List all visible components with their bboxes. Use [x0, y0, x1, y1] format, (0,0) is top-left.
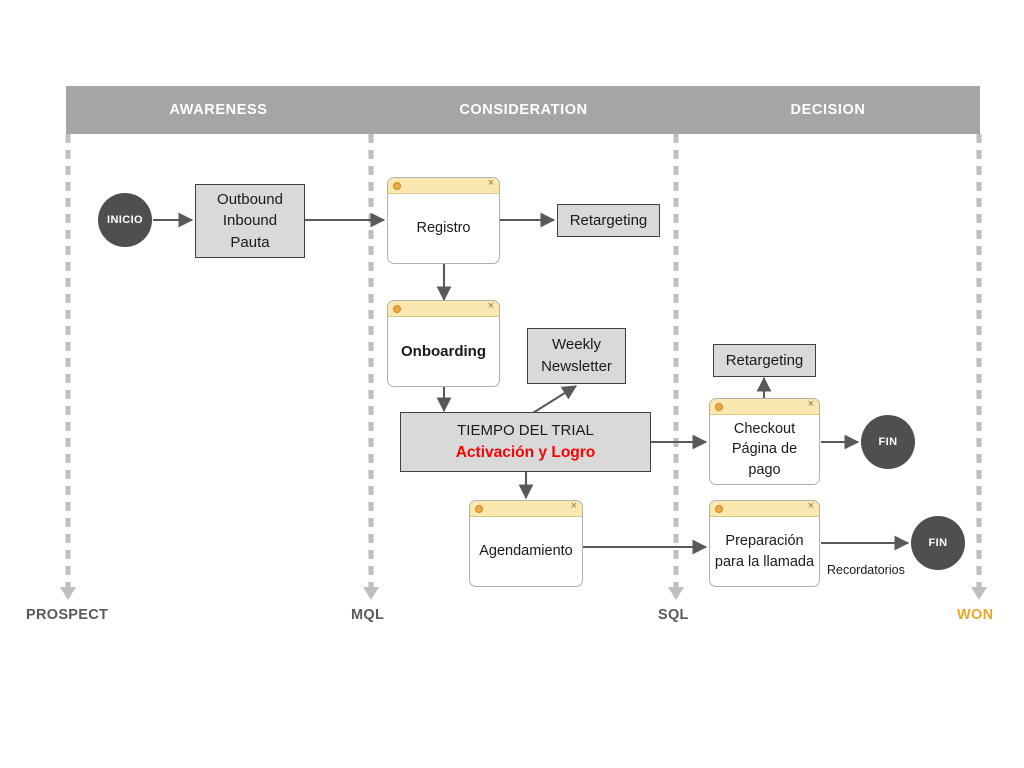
window-dot-icon: [393, 181, 401, 190]
window-titlebar: ×: [710, 399, 819, 415]
node-weekly-newsletter[interactable]: Weekly Newsletter: [527, 328, 626, 384]
stage-band-label: AWARENESS: [169, 102, 268, 118]
node-preparacion-llamada-body: Preparación para la llamada: [710, 517, 819, 586]
window-dot-icon: [393, 304, 401, 313]
stage-band-awareness: AWARENESS: [66, 86, 371, 134]
node-weekly-newsletter-line2: Newsletter: [541, 358, 612, 375]
node-fin-checkout-label: FIN: [878, 436, 898, 448]
node-preparacion-line1: Preparación: [725, 532, 804, 549]
window-dot-icon: [715, 504, 723, 513]
node-onboarding-label: Onboarding: [401, 342, 486, 360]
stage-band-label: DECISION: [790, 102, 866, 118]
stage-label-prospect: PROSPECT: [26, 607, 109, 623]
node-agendamiento-body: Agendamiento: [470, 517, 582, 586]
node-checkout-line1: Checkout: [733, 420, 796, 437]
node-agendamiento[interactable]: × Agendamiento: [469, 500, 583, 587]
close-icon[interactable]: ×: [571, 501, 577, 512]
diagram-canvas: AWARENESS CONSIDERATION DECISION PROSPEC…: [0, 0, 1024, 768]
node-retargeting-decision[interactable]: Retargeting: [713, 344, 816, 377]
node-retargeting-top-label: Retargeting: [569, 211, 648, 229]
stage-band-label: CONSIDERATION: [459, 102, 588, 118]
node-inicio[interactable]: INICIO: [98, 193, 152, 247]
node-onboarding-body: Onboarding: [388, 317, 499, 386]
node-tiempo-del-trial[interactable]: TIEMPO DEL TRIAL Activación y Logro: [400, 412, 651, 472]
node-retargeting-decision-label: Retargeting: [725, 351, 804, 369]
node-outbound-line1: Outbound: [217, 190, 283, 208]
node-preparacion-llamada[interactable]: × Preparación para la llamada: [709, 500, 820, 587]
node-registro-body: Registro: [388, 194, 499, 263]
window-dot-icon: [715, 402, 723, 411]
node-registro-label: Registro: [416, 220, 471, 237]
window-titlebar: ×: [388, 301, 499, 317]
node-agendamiento-label: Agendamiento: [479, 543, 573, 560]
node-trial-line2: Activación y Logro: [455, 443, 596, 461]
window-titlebar: ×: [388, 178, 499, 194]
node-registro[interactable]: × Registro: [387, 177, 500, 264]
close-icon[interactable]: ×: [808, 399, 814, 410]
stage-label-won: WON: [957, 607, 994, 623]
node-outbound-line2: Inbound: [222, 212, 278, 230]
node-onboarding[interactable]: × Onboarding: [387, 300, 500, 387]
node-checkout-line2: Página de pago: [731, 441, 798, 478]
node-inicio-label: INICIO: [106, 214, 143, 226]
close-icon[interactable]: ×: [488, 301, 494, 312]
stage-label-sql: SQL: [658, 607, 689, 623]
close-icon[interactable]: ×: [808, 501, 814, 512]
node-fin-llamada[interactable]: FIN: [911, 516, 965, 570]
node-trial-line1: TIEMPO DEL TRIAL: [457, 422, 594, 440]
window-dot-icon: [475, 504, 483, 513]
edge-label-recordatorios: Recordatorios: [827, 563, 905, 577]
node-checkout-body: Checkout Página de pago: [710, 415, 819, 484]
node-retargeting-top[interactable]: Retargeting: [557, 204, 660, 237]
close-icon[interactable]: ×: [488, 178, 494, 189]
node-preparacion-line2: para la llamada: [714, 553, 815, 570]
node-outbound-line3: Pauta: [230, 233, 270, 251]
window-titlebar: ×: [470, 501, 582, 517]
node-fin-llamada-label: FIN: [928, 537, 948, 549]
node-weekly-newsletter-line1: Weekly: [552, 336, 601, 354]
stage-label-mql: MQL: [351, 607, 385, 623]
stage-band-consideration: CONSIDERATION: [371, 86, 676, 134]
node-checkout[interactable]: × Checkout Página de pago: [709, 398, 820, 485]
node-fin-checkout[interactable]: FIN: [861, 415, 915, 469]
stage-band-decision: DECISION: [676, 86, 980, 134]
node-outbound[interactable]: Outbound Inbound Pauta: [195, 184, 305, 258]
window-titlebar: ×: [710, 501, 819, 517]
